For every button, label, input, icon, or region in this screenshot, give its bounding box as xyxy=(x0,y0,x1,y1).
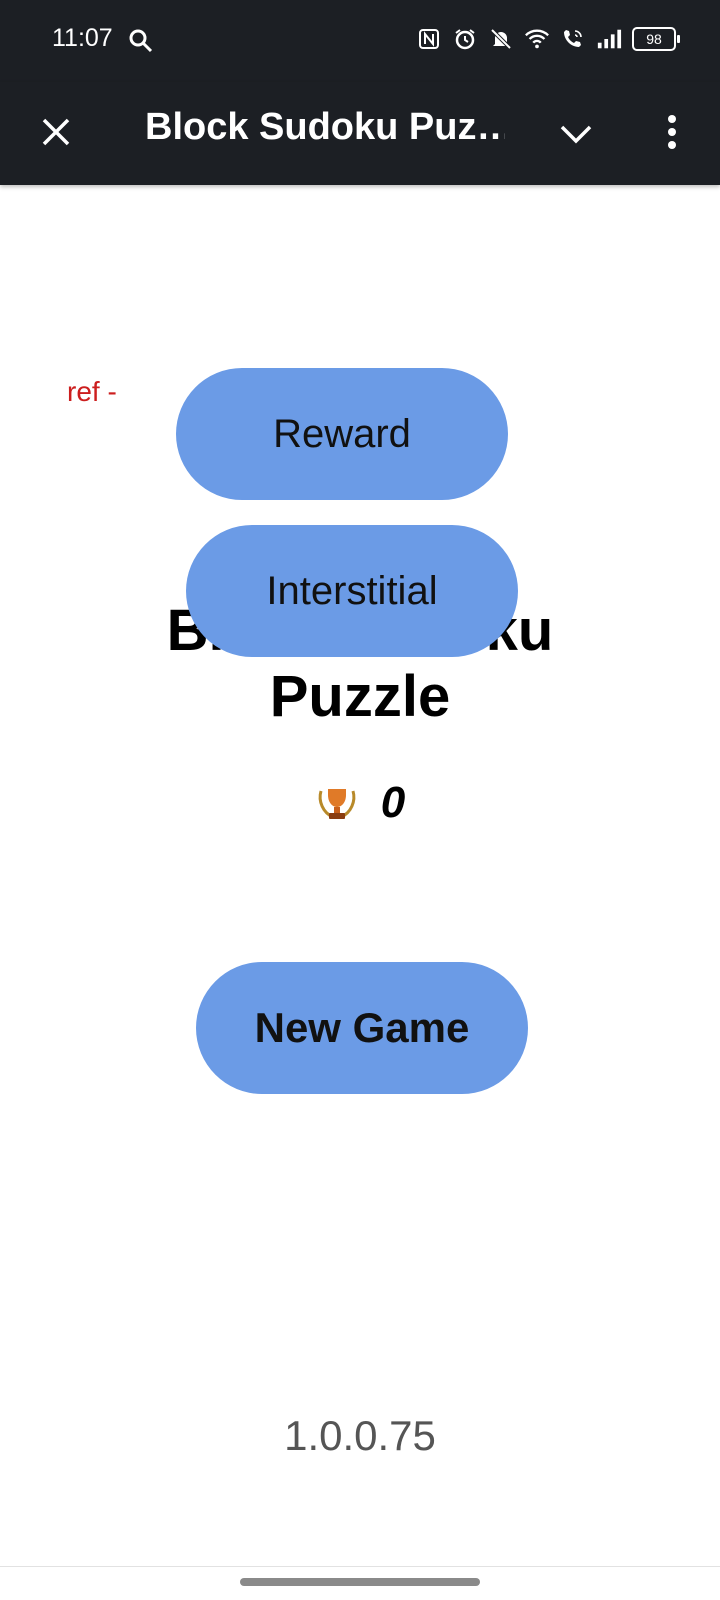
app-bar: Block Sudoku Puz… xyxy=(0,82,720,185)
close-icon[interactable] xyxy=(34,110,78,154)
wifi-calling-icon xyxy=(560,26,586,52)
app-bar-title: Block Sudoku Puz… xyxy=(145,106,505,148)
score-value: 0 xyxy=(380,778,406,827)
battery-icon: 98 xyxy=(632,27,680,51)
alarm-icon xyxy=(452,26,478,52)
reward-button[interactable]: Reward xyxy=(176,368,508,500)
mute-icon xyxy=(488,26,514,52)
version-label: 1.0.0.75 xyxy=(284,1412,436,1459)
wifi-icon xyxy=(524,26,550,52)
nav-divider xyxy=(0,1566,720,1567)
status-time: 11:07 xyxy=(52,24,113,52)
search-icon xyxy=(128,28,154,54)
new-game-button[interactable]: New Game xyxy=(196,962,528,1094)
home-indicator[interactable] xyxy=(240,1578,480,1586)
signal-icon xyxy=(596,26,622,52)
more-vert-icon[interactable] xyxy=(650,110,694,154)
chevron-down-icon[interactable] xyxy=(554,112,598,156)
status-icons: 98 xyxy=(416,26,680,52)
status-bar: 11:07 98 xyxy=(0,0,720,82)
nfc-icon xyxy=(416,26,442,52)
score-row: 0 xyxy=(0,778,720,828)
trophy-icon xyxy=(315,781,359,825)
ref-label: ref - xyxy=(67,376,117,407)
interstitial-button[interactable]: Interstitial xyxy=(186,525,518,657)
